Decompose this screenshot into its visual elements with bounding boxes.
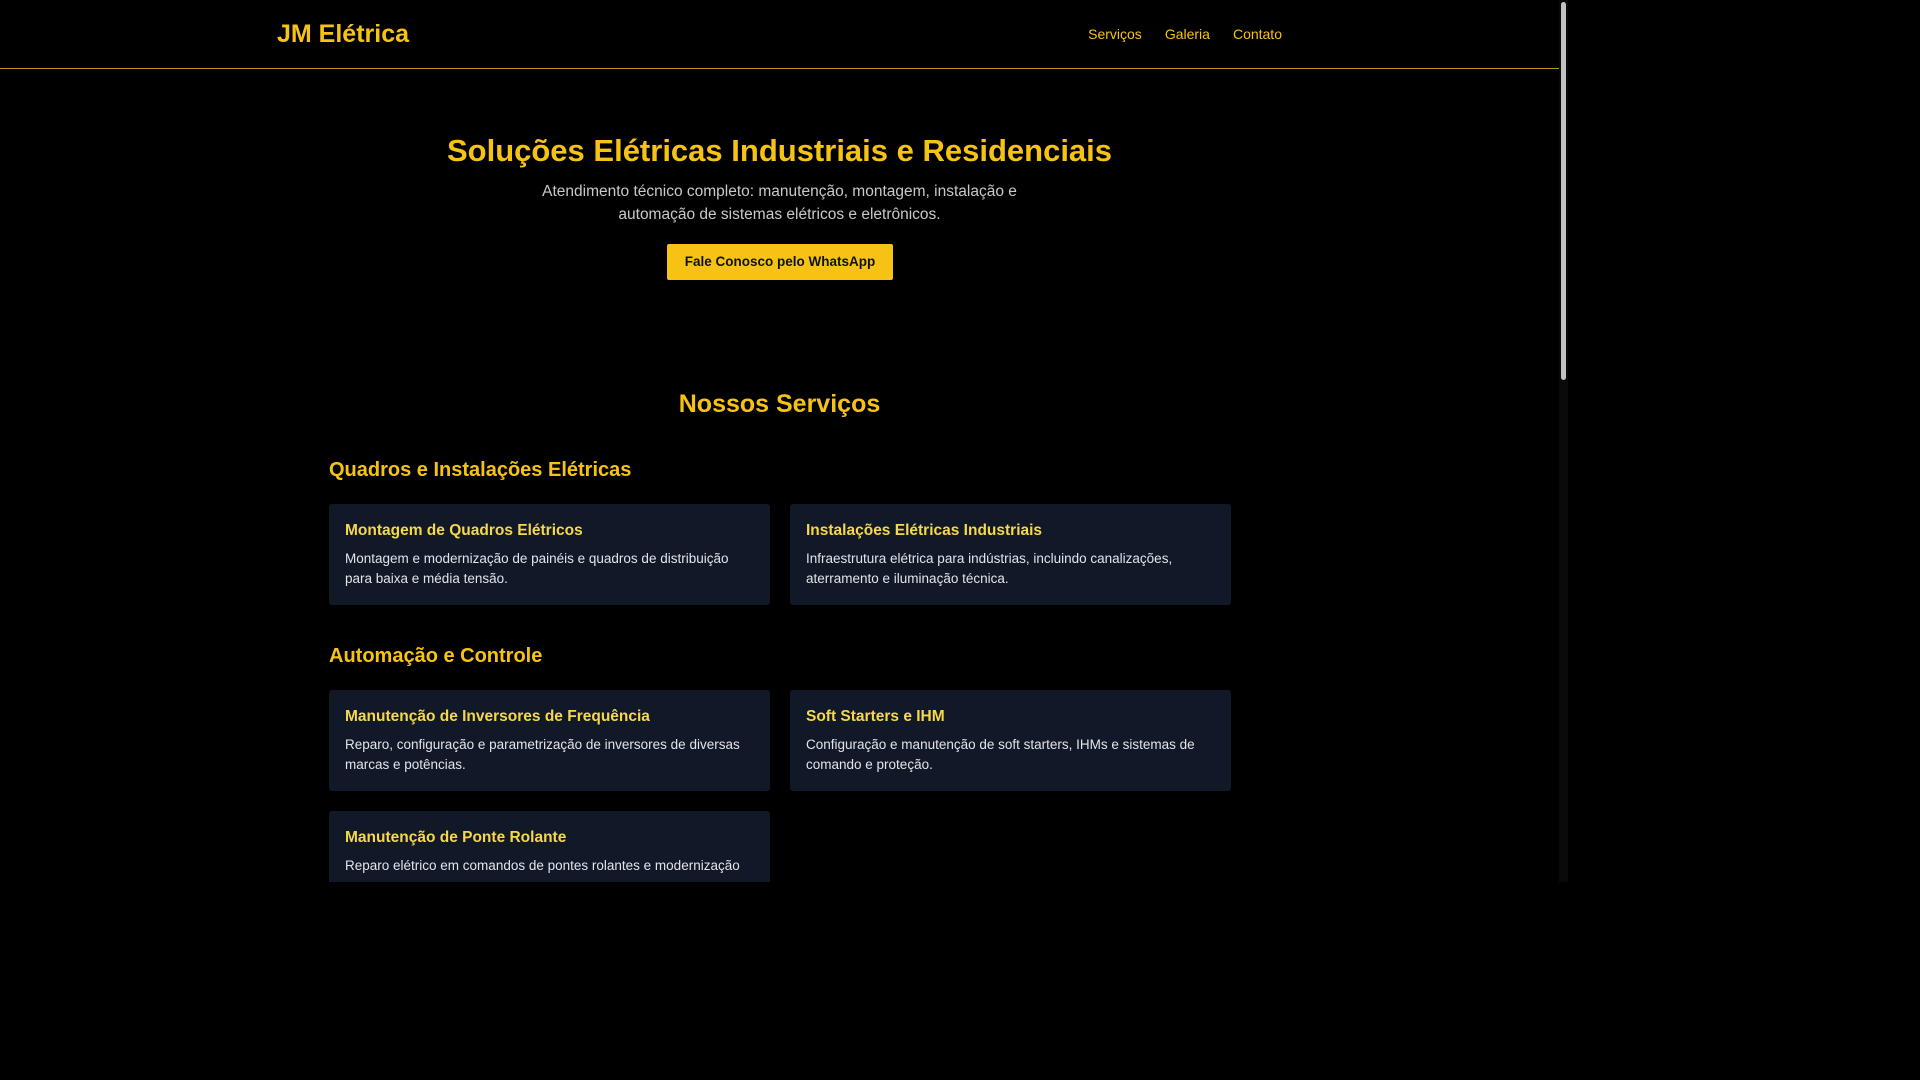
service-card-title: Instalações Elétricas Industriais (806, 522, 1043, 539)
service-card-inversores: Manutenção de Inversores de Frequência R… (329, 690, 770, 791)
category-title-quadros: Quadros e Instalações Elétricas (329, 459, 632, 481)
service-card-description: Infraestrutura elétrica para indústrias,… (806, 551, 1173, 586)
site-logo[interactable]: JM Elétrica (277, 17, 409, 51)
service-card-title: Soft Starters e IHM (806, 708, 945, 725)
service-card-title: Manutenção de Inversores de Frequência (345, 708, 650, 725)
main-nav: Serviços Galeria Contato (1088, 24, 1282, 44)
whatsapp-cta-button[interactable]: Fale Conosco pelo WhatsApp (667, 244, 893, 280)
service-card-title: Manutenção de Ponte Rolante (345, 829, 567, 846)
hero-title: Soluções Elétricas Industriais e Residen… (446, 133, 1113, 168)
hero-subtitle: Atendimento técnico completo: manutenção… (542, 183, 1017, 223)
nav-link-contato[interactable]: Contato (1233, 24, 1282, 44)
service-card-description: Reparo elétrico em comandos de pontes ro… (345, 858, 740, 873)
scrollbar-thumb[interactable] (1561, 2, 1566, 380)
nav-link-servicos[interactable]: Serviços (1088, 24, 1142, 44)
service-card-ponte-rolante: Manutenção de Ponte Rolante Reparo elétr… (329, 811, 770, 882)
service-card-instalacoes-industriais: Instalações Elétricas Industriais Infrae… (790, 504, 1231, 605)
service-card-description: Reparo, configuração e parametrização de… (345, 737, 740, 772)
services-title: Nossos Serviços (678, 390, 881, 418)
service-card-description: Configuração e manutenção de soft starte… (806, 737, 1195, 772)
service-card-description: Montagem e modernização de painéis e qua… (345, 551, 729, 586)
service-card-soft-starters: Soft Starters e IHM Configuração e manut… (790, 690, 1231, 791)
vertical-scrollbar[interactable] (1559, 0, 1568, 882)
category-title-automacao: Automação e Controle (329, 645, 543, 667)
page: JM Elétrica Serviços Galeria Contato Sol… (0, 0, 1568, 882)
service-card-montagem-quadros: Montagem de Quadros Elétricos Montagem e… (329, 504, 770, 605)
nav-link-galeria[interactable]: Galeria (1165, 24, 1210, 44)
site-header: JM Elétrica Serviços Galeria Contato (0, 0, 1559, 69)
service-card-title: Montagem de Quadros Elétricos (345, 522, 583, 539)
